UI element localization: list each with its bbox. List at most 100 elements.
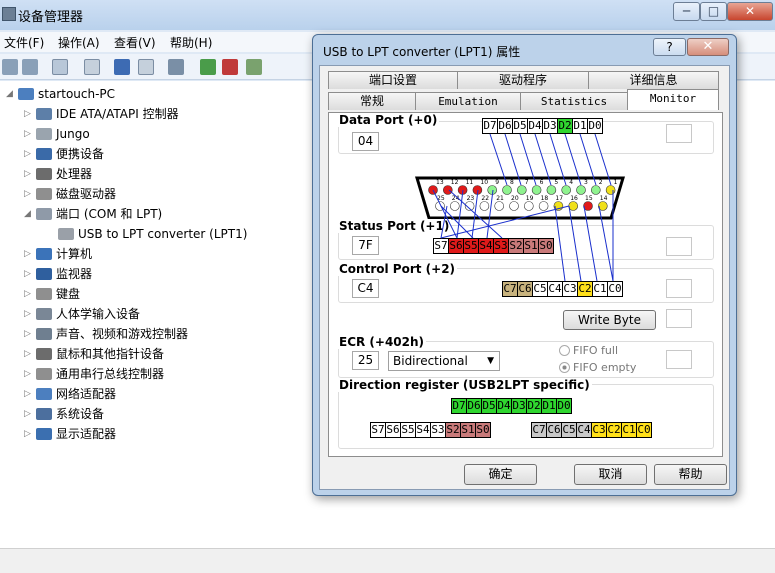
write-byte-input[interactable] [666, 309, 692, 328]
control-port-value[interactable]: C4 [352, 279, 379, 298]
collapsed-arrow-icon[interactable]: ▷ [24, 305, 34, 323]
bit-s1[interactable]: S1 [460, 422, 476, 438]
bit-d4[interactable]: D4 [496, 398, 512, 414]
collapsed-arrow-icon[interactable]: ▷ [24, 185, 34, 203]
bit-c4[interactable]: C4 [547, 281, 563, 297]
ecr-mode-select[interactable]: Bidirectional ▼ [388, 351, 500, 371]
collapsed-arrow-icon[interactable]: ▷ [24, 325, 34, 343]
bit-d0[interactable]: D0 [587, 118, 603, 134]
bit-s4[interactable]: S4 [415, 422, 431, 438]
dialog-close-button[interactable]: ✕ [687, 38, 729, 56]
bit-d1[interactable]: D1 [572, 118, 588, 134]
data-port-input[interactable] [666, 124, 692, 143]
collapsed-arrow-icon[interactable]: ▷ [24, 145, 34, 163]
collapsed-arrow-icon[interactable]: ▷ [24, 425, 34, 443]
collapsed-arrow-icon[interactable]: ▷ [24, 285, 34, 303]
tab-statistics[interactable]: Statistics [520, 92, 628, 110]
bit-c1[interactable]: C1 [592, 281, 608, 297]
bit-c3[interactable]: C3 [562, 281, 578, 297]
collapsed-arrow-icon[interactable]: ▷ [24, 165, 34, 183]
bit-c7[interactable]: C7 [502, 281, 518, 297]
update-driver-icon[interactable] [200, 59, 216, 75]
enable-device-icon[interactable] [246, 59, 262, 75]
collapsed-arrow-icon[interactable]: ▷ [24, 105, 34, 123]
ecr-input[interactable] [666, 350, 692, 369]
bit-d2[interactable]: D2 [526, 398, 542, 414]
bit-d4[interactable]: D4 [527, 118, 543, 134]
tab-emulation[interactable]: Emulation [415, 92, 521, 110]
bit-c2[interactable]: C2 [577, 281, 593, 297]
help-icon[interactable] [114, 59, 130, 75]
collapsed-arrow-icon[interactable]: ▷ [24, 125, 34, 143]
bit-d5[interactable]: D5 [512, 118, 528, 134]
bit-c7[interactable]: C7 [531, 422, 547, 438]
view-icon[interactable] [138, 59, 154, 75]
bit-s3[interactable]: S3 [493, 238, 509, 254]
tab-driver[interactable]: 驱动程序 [457, 71, 589, 89]
dialog-help-button[interactable]: ? [653, 38, 686, 56]
menu-file[interactable]: 文件(F) [4, 34, 44, 51]
bit-s2[interactable]: S2 [445, 422, 461, 438]
bit-c5[interactable]: C5 [561, 422, 577, 438]
bit-d7[interactable]: D7 [451, 398, 467, 414]
bit-s7[interactable]: S7 [433, 238, 449, 254]
control-port-input[interactable] [666, 279, 692, 298]
expanded-arrow-icon[interactable]: ◢ [24, 205, 34, 223]
expanded-arrow-icon[interactable]: ◢ [6, 85, 16, 103]
tab-monitor[interactable]: Monitor [627, 89, 719, 110]
bit-d6[interactable]: D6 [466, 398, 482, 414]
tab-details[interactable]: 详细信息 [588, 71, 719, 89]
data-port-value[interactable]: 04 [352, 132, 379, 151]
menu-view[interactable]: 查看(V) [114, 34, 156, 51]
collapsed-arrow-icon[interactable]: ▷ [24, 385, 34, 403]
bit-s5[interactable]: S5 [463, 238, 479, 254]
collapsed-arrow-icon[interactable]: ▷ [24, 365, 34, 383]
close-button[interactable]: ✕ [727, 2, 773, 21]
tab-port-settings[interactable]: 端口设置 [328, 71, 458, 89]
bit-s6[interactable]: S6 [448, 238, 464, 254]
bit-c6[interactable]: C6 [517, 281, 533, 297]
properties-icon[interactable] [84, 59, 100, 75]
help-button[interactable]: 帮助 [654, 464, 727, 485]
bit-d7[interactable]: D7 [482, 118, 498, 134]
bit-c5[interactable]: C5 [532, 281, 548, 297]
bit-s3[interactable]: S3 [430, 422, 446, 438]
collapsed-arrow-icon[interactable]: ▷ [24, 405, 34, 423]
bit-s5[interactable]: S5 [400, 422, 416, 438]
bit-d3[interactable]: D3 [542, 118, 558, 134]
bit-d1[interactable]: D1 [541, 398, 557, 414]
bit-s1[interactable]: S1 [523, 238, 539, 254]
bit-s0[interactable]: S0 [538, 238, 554, 254]
forward-arrow-icon[interactable] [22, 59, 38, 75]
collapsed-arrow-icon[interactable]: ▷ [24, 265, 34, 283]
minimize-button[interactable]: ─ [673, 2, 700, 21]
bit-s0[interactable]: S0 [475, 422, 491, 438]
bit-c4[interactable]: C4 [576, 422, 592, 438]
menu-action[interactable]: 操作(A) [58, 34, 100, 51]
maximize-button[interactable]: □ [700, 2, 727, 21]
status-port-input[interactable] [666, 237, 692, 256]
back-arrow-icon[interactable] [2, 59, 18, 75]
cancel-button[interactable]: 取消 [574, 464, 647, 485]
bit-s2[interactable]: S2 [508, 238, 524, 254]
bit-c1[interactable]: C1 [621, 422, 637, 438]
collapsed-arrow-icon[interactable]: ▷ [24, 345, 34, 363]
ecr-value[interactable]: 25 [352, 351, 379, 370]
bit-d2[interactable]: D2 [557, 118, 573, 134]
show-hide-tree-icon[interactable] [52, 59, 68, 75]
bit-c6[interactable]: C6 [546, 422, 562, 438]
bit-c2[interactable]: C2 [606, 422, 622, 438]
menu-help[interactable]: 帮助(H) [170, 34, 212, 51]
uninstall-icon[interactable] [222, 59, 238, 75]
write-byte-button[interactable]: Write Byte [563, 310, 656, 330]
bit-c0[interactable]: C0 [636, 422, 652, 438]
ok-button[interactable]: 确定 [464, 464, 537, 485]
bit-c0[interactable]: C0 [607, 281, 623, 297]
bit-d0[interactable]: D0 [556, 398, 572, 414]
bit-d5[interactable]: D5 [481, 398, 497, 414]
tab-general[interactable]: 常规 [328, 92, 416, 110]
bit-s6[interactable]: S6 [385, 422, 401, 438]
collapsed-arrow-icon[interactable]: ▷ [24, 245, 34, 263]
bit-s4[interactable]: S4 [478, 238, 494, 254]
bit-s7[interactable]: S7 [370, 422, 386, 438]
